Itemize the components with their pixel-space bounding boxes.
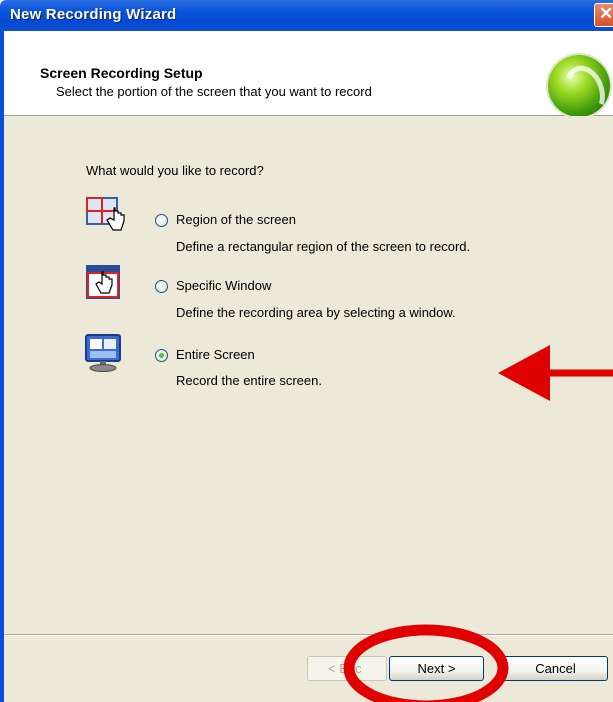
next-button[interactable]: Next > — [389, 656, 484, 681]
wizard-header: Screen Recording Setup Select the portio… — [4, 31, 613, 116]
window-select-icon — [86, 265, 120, 299]
question-label: What would you like to record? — [86, 163, 264, 178]
close-icon: ✕ — [599, 4, 613, 23]
option-entire-label[interactable]: Entire Screen — [176, 347, 255, 362]
back-button[interactable]: < Bac — [307, 656, 387, 681]
page-title: Screen Recording Setup — [40, 65, 203, 81]
green-orb-logo-icon — [548, 55, 610, 117]
window-title: New Recording Wizard — [10, 6, 177, 23]
wizard-window: New Recording Wizard ✕ Screen Recording … — [0, 0, 613, 702]
option-region-label[interactable]: Region of the screen — [176, 212, 296, 227]
page-subtitle: Select the portion of the screen that yo… — [56, 84, 372, 99]
radio-specific-window[interactable] — [155, 280, 168, 293]
option-window-description: Define the recording area by selecting a… — [176, 305, 456, 320]
radio-entire-screen[interactable] — [155, 349, 168, 362]
close-button[interactable]: ✕ — [594, 3, 613, 27]
region-select-icon — [86, 197, 125, 231]
radio-region[interactable] — [155, 214, 168, 227]
option-entire-description: Record the entire screen. — [176, 373, 322, 388]
monitor-icon — [85, 334, 121, 372]
cancel-button[interactable]: Cancel — [503, 656, 608, 681]
title-bar[interactable]: New Recording Wizard ✕ — [0, 0, 613, 31]
option-region-description: Define a rectangular region of the scree… — [176, 239, 471, 254]
option-window-label[interactable]: Specific Window — [176, 278, 271, 293]
